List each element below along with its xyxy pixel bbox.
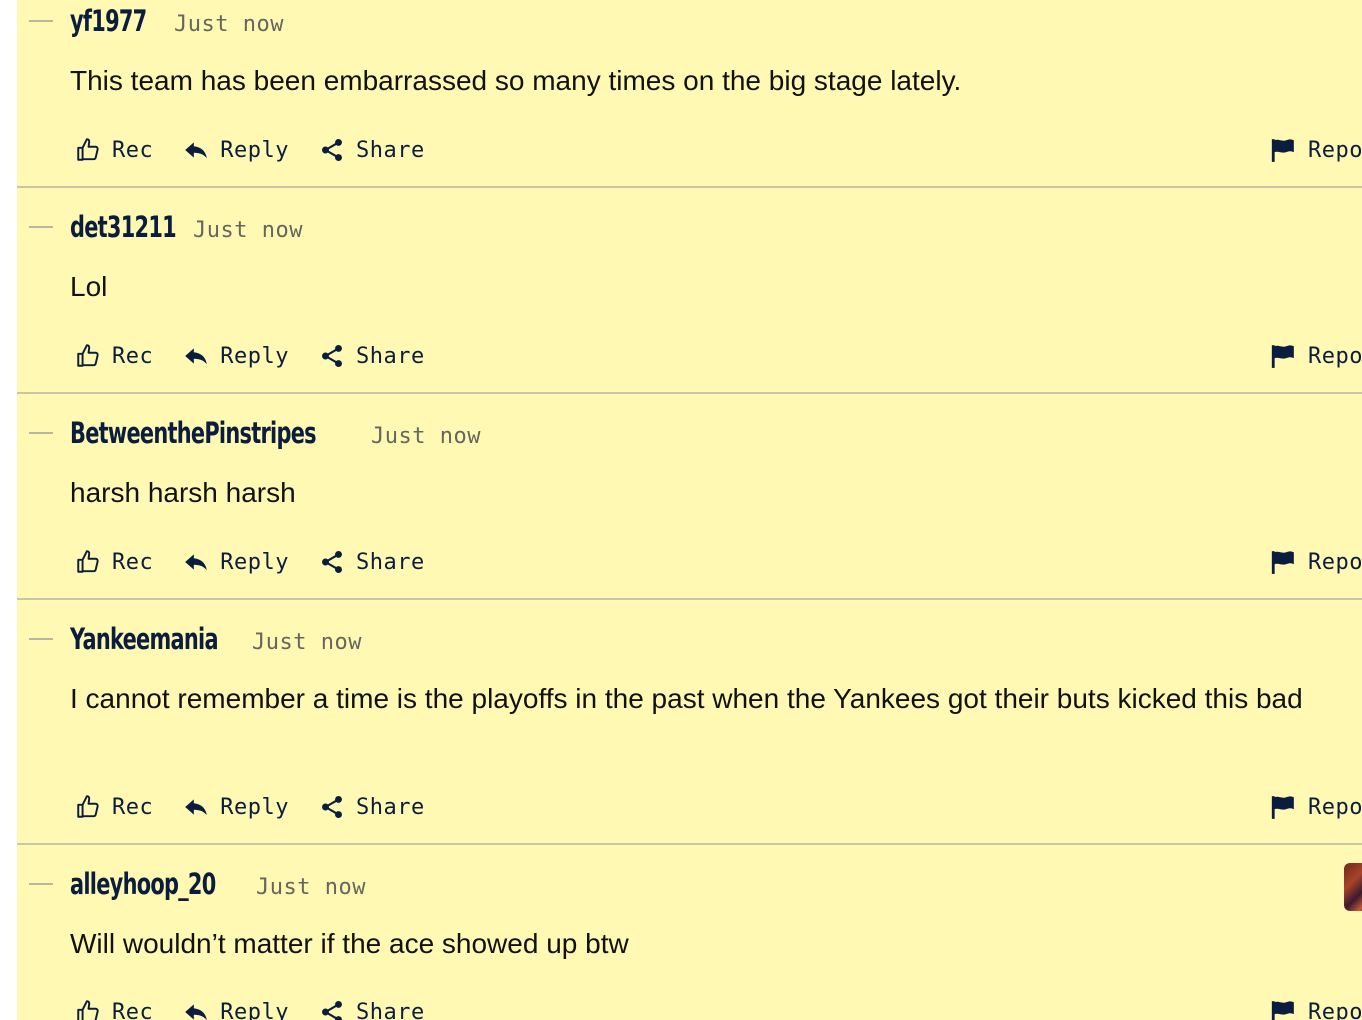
share-button[interactable]: Share	[319, 794, 425, 820]
comment-divider	[17, 186, 1362, 188]
rec-label: Rec	[112, 794, 154, 820]
collapse-thread-button[interactable]	[29, 432, 53, 434]
flag-icon	[1271, 345, 1294, 368]
share-button[interactable]: Share	[319, 343, 425, 369]
flag-icon	[1271, 139, 1294, 162]
comment-divider	[17, 843, 1362, 845]
flag-icon	[1271, 551, 1294, 574]
reply-arrow-icon	[185, 554, 208, 571]
comment-username[interactable]: yf1977	[70, 4, 149, 38]
reply-arrow-icon	[185, 348, 208, 365]
comment-timestamp: Just now	[256, 875, 366, 900]
comment-username[interactable]: BetweenthePinstripes	[70, 416, 317, 450]
report-button[interactable]: Report	[1270, 547, 1362, 577]
reply-arrow-icon	[185, 799, 208, 816]
reply-arrow-icon	[185, 1004, 208, 1020]
share-label: Share	[355, 343, 425, 369]
comment-actions: Rec Reply Share	[75, 341, 455, 371]
comment-body: I cannot remember a time is the playoffs…	[70, 683, 1303, 714]
thumbs-up-icon	[77, 344, 99, 367]
report-label: Report	[1308, 137, 1362, 163]
comment-header: yf1977 Just now	[70, 4, 284, 38]
share-icon	[322, 550, 342, 574]
reply-button[interactable]: Reply	[183, 137, 289, 163]
rec-button[interactable]: Rec	[75, 999, 153, 1020]
comment-timestamp: Just now	[174, 12, 284, 37]
comment-body: harsh harsh harsh	[70, 477, 296, 508]
flag-icon	[1271, 796, 1294, 819]
share-icon	[322, 344, 342, 368]
share-button[interactable]: Share	[319, 137, 425, 163]
share-label: Share	[355, 549, 425, 575]
rec-button[interactable]: Rec	[75, 137, 153, 163]
comment-header: alleyhoop_20 Just now	[70, 867, 366, 901]
comment-timestamp: Just now	[193, 218, 303, 243]
collapse-thread-button[interactable]	[29, 20, 53, 22]
comment-username[interactable]: det31211	[70, 210, 177, 244]
rec-label: Rec	[112, 343, 154, 369]
reply-label: Reply	[220, 999, 289, 1020]
collapse-thread-button[interactable]	[29, 883, 53, 885]
share-icon	[322, 138, 342, 162]
flag-icon	[1271, 1001, 1294, 1020]
thumbs-up-icon	[77, 795, 99, 818]
collapse-thread-button[interactable]	[29, 638, 53, 640]
comment-body: Lol	[70, 271, 108, 302]
reply-label: Reply	[220, 794, 289, 820]
rec-button[interactable]: Rec	[75, 549, 153, 575]
comment-actions: Rec Reply Share	[75, 547, 455, 577]
rec-label: Rec	[112, 549, 154, 575]
thumbs-up-icon	[77, 1000, 99, 1020]
comment-timestamp: Just now	[371, 424, 481, 449]
report-label: Report	[1308, 794, 1362, 820]
comment-body: This team has been embarrassed so many t…	[70, 65, 962, 96]
collapse-thread-button[interactable]	[29, 226, 53, 228]
reply-button[interactable]: Reply	[183, 549, 289, 575]
reply-label: Reply	[220, 343, 289, 369]
comment-actions: Rec Reply Share	[75, 997, 455, 1020]
report-label: Report	[1308, 549, 1362, 575]
share-button[interactable]: Share	[319, 999, 425, 1020]
comment-body: Will wouldn’t matter if the ace showed u…	[70, 928, 629, 959]
comment-feed: yf1977 Just now This team has been embar…	[17, 0, 1362, 1020]
comment-username[interactable]: Yankeemania	[70, 622, 219, 656]
report-label: Report	[1308, 999, 1362, 1020]
comment-actions: Rec Reply Share	[75, 792, 455, 822]
report-button[interactable]: Report	[1270, 997, 1362, 1020]
reply-arrow-icon	[185, 142, 208, 159]
thumbs-up-icon	[77, 138, 99, 161]
avatar[interactable]	[1344, 863, 1362, 911]
reply-button[interactable]: Reply	[183, 999, 289, 1020]
rec-button[interactable]: Rec	[75, 794, 153, 820]
report-button[interactable]: Report	[1270, 341, 1362, 371]
rec-label: Rec	[112, 999, 154, 1020]
comment-timestamp: Just now	[252, 630, 362, 655]
reply-button[interactable]: Reply	[183, 343, 289, 369]
comment-header: Yankeemania Just now	[70, 622, 362, 656]
comment-header: BetweenthePinstripes Just now	[70, 416, 481, 450]
thumbs-up-icon	[77, 550, 99, 573]
rec-label: Rec	[112, 137, 154, 163]
share-icon	[322, 795, 342, 819]
share-icon	[322, 1000, 342, 1020]
share-label: Share	[355, 137, 425, 163]
share-label: Share	[355, 999, 425, 1020]
rec-button[interactable]: Rec	[75, 343, 153, 369]
comment-divider	[17, 392, 1362, 394]
reply-label: Reply	[220, 137, 289, 163]
comment-actions: Rec Reply Share	[75, 135, 455, 165]
comment-divider	[17, 598, 1362, 600]
reply-label: Reply	[220, 549, 289, 575]
report-button[interactable]: Report	[1270, 135, 1362, 165]
share-label: Share	[355, 794, 425, 820]
comment-username[interactable]: alleyhoop_20	[70, 867, 216, 901]
share-button[interactable]: Share	[319, 549, 425, 575]
reply-button[interactable]: Reply	[183, 794, 289, 820]
report-label: Report	[1308, 343, 1362, 369]
report-button[interactable]: Report	[1270, 792, 1362, 822]
comment-header: det31211 Just now	[70, 210, 303, 244]
